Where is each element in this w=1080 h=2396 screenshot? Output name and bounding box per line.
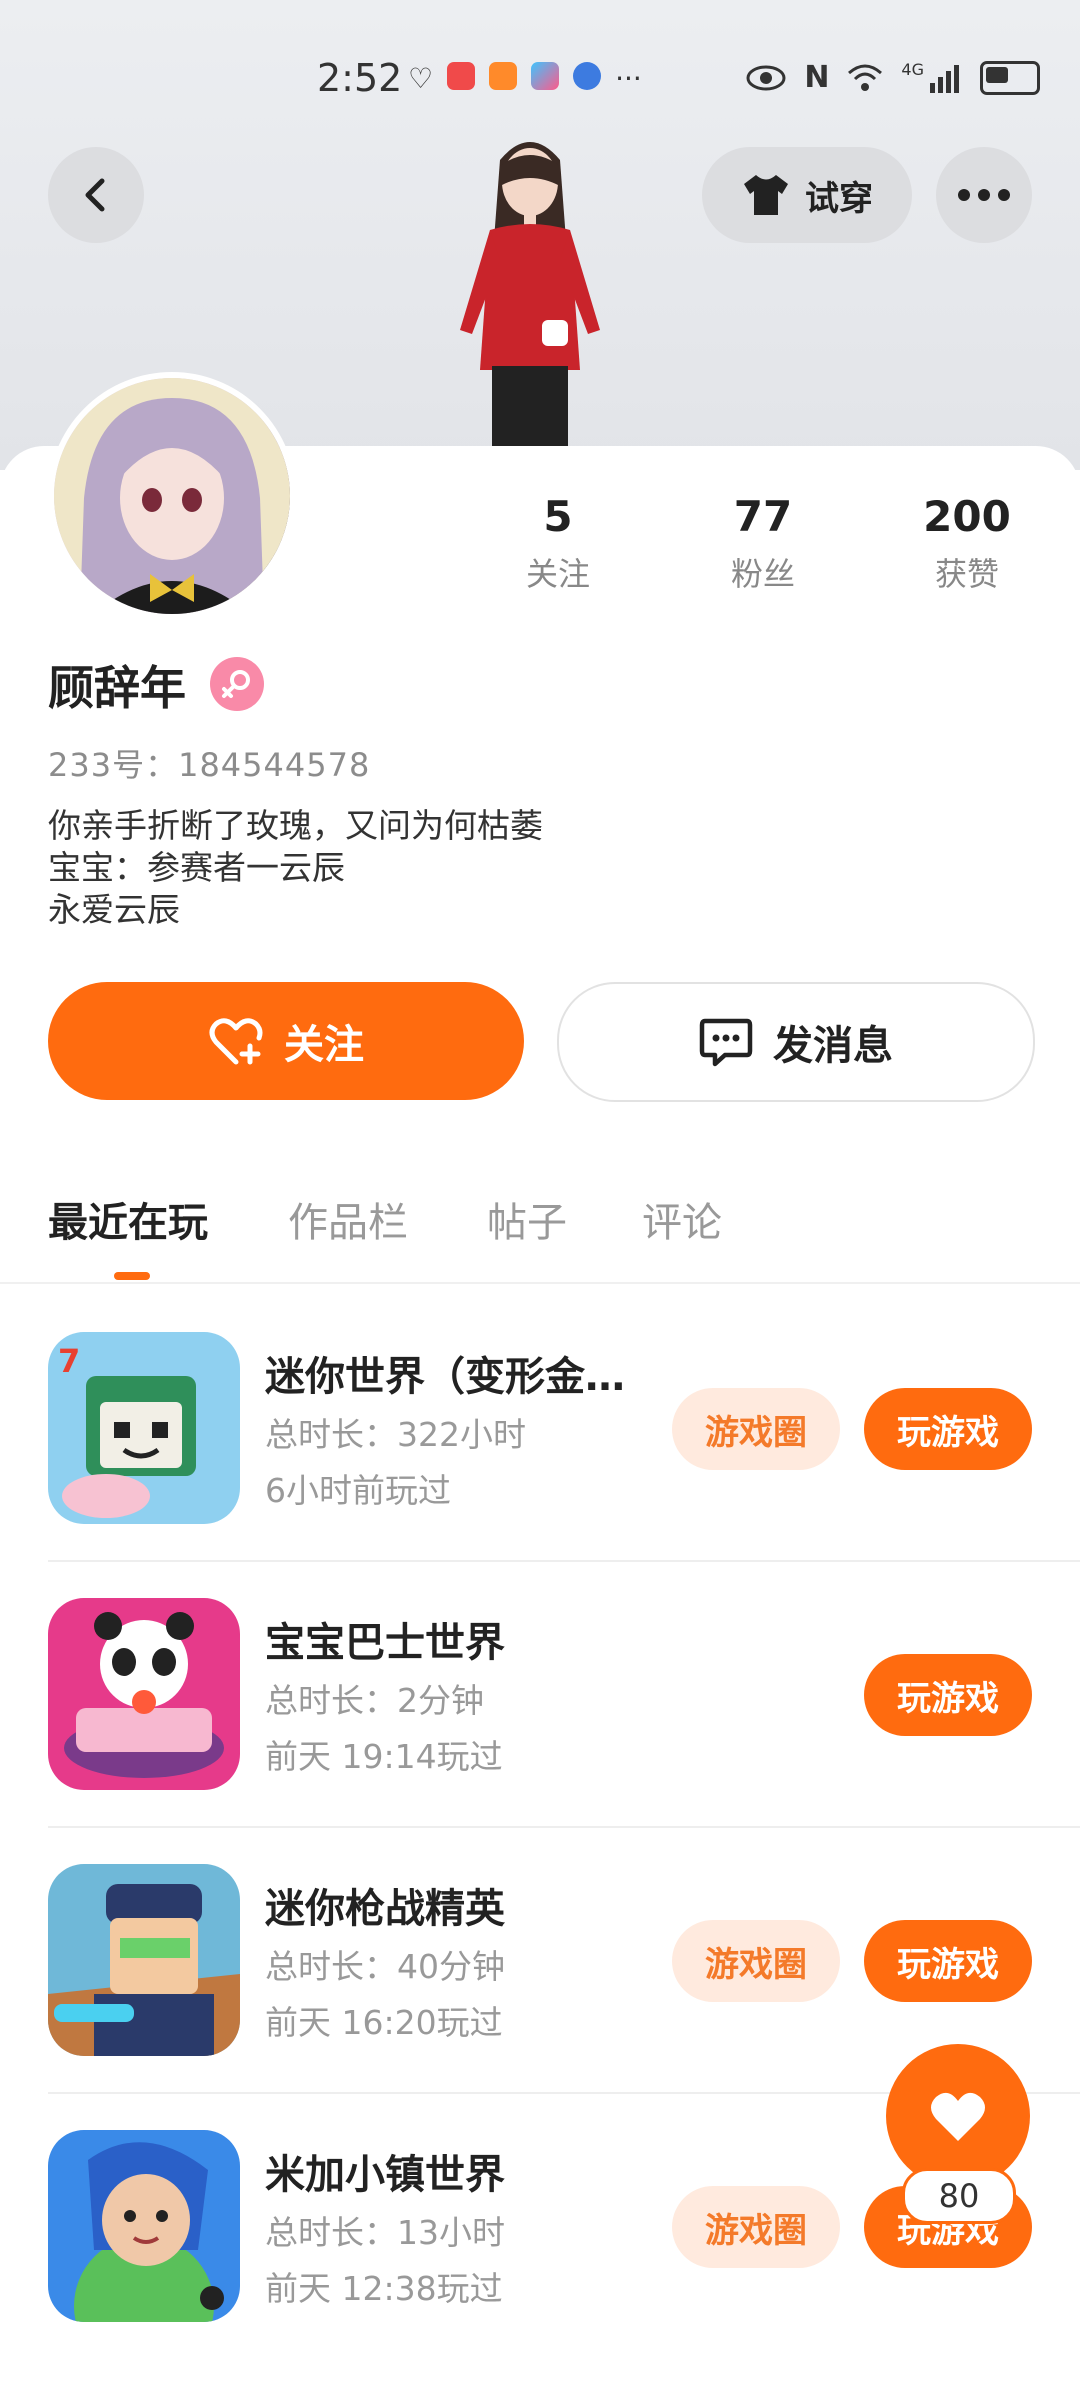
status-bar: 2:52 ♡ ··· N 4G <box>0 52 1080 108</box>
game-last-played: 前天 16:20玩过 <box>265 2003 503 2042</box>
profile-avatar[interactable] <box>48 372 296 620</box>
back-button[interactable] <box>48 147 144 243</box>
game-duration: 总时长：40分钟 <box>265 1947 505 1986</box>
system-indicators: N 4G <box>746 60 1040 95</box>
browser-notification-icon <box>573 62 602 90</box>
like-floating-button[interactable] <box>886 2044 1030 2188</box>
list-item[interactable]: 7 迷你世界（变形金… 总时长：322小时 6小时前玩过 游戏圈 玩游戏 <box>0 1332 1080 1598</box>
app-notification-icon <box>531 62 560 90</box>
profile-tabs: 最近在玩 作品栏 帖子 评论 <box>0 1190 1080 1280</box>
game-icon-mini-world: 7 <box>48 1332 240 1524</box>
try-on-label: 试穿 <box>805 178 873 219</box>
stat-value: 200 <box>923 492 1011 541</box>
tab-posts[interactable]: 帖子 <box>487 1190 567 1248</box>
game-icon-babybus <box>48 1598 240 1790</box>
game-duration: 总时长：2分钟 <box>265 1681 484 1720</box>
battery-icon <box>980 60 1040 95</box>
eye-icon <box>746 65 786 90</box>
game-title: 米加小镇世界 <box>265 2152 505 2198</box>
game-last-played: 前天 19:14玩过 <box>265 1737 503 1776</box>
tshirt-icon <box>744 175 788 215</box>
profile-id: 233号：184544578 <box>48 746 371 784</box>
game-duration: 总时长：13小时 <box>265 2213 505 2252</box>
more-notifications-icon: ··· <box>615 62 642 95</box>
bio-line: 永爱云辰 <box>48 890 180 929</box>
wifi-icon <box>848 64 883 91</box>
follow-button[interactable]: 关注 <box>48 982 524 1100</box>
avatar-image <box>54 378 290 614</box>
tab-comments[interactable]: 评论 <box>642 1190 722 1248</box>
network-type: 4G <box>901 60 924 79</box>
game-last-played: 6小时前玩过 <box>265 1471 451 1510</box>
try-on-button[interactable]: 试穿 <box>702 147 912 243</box>
more-options-button[interactable] <box>936 147 1032 243</box>
game-circle-button[interactable]: 游戏圈 <box>672 1920 840 2002</box>
stat-label: 获赞 <box>934 555 999 593</box>
avatar-3d-figure <box>460 142 600 470</box>
play-game-button[interactable]: 玩游戏 <box>864 1388 1032 1470</box>
shield-icon: ♡ <box>408 62 434 95</box>
stat-followers[interactable]: 77 粉丝 <box>683 492 843 595</box>
play-game-button[interactable]: 玩游戏 <box>864 1920 1032 2002</box>
profile-name: 顾辞年 <box>48 661 186 715</box>
chat-bubble-icon <box>699 1018 753 1067</box>
send-message-button[interactable]: 发消息 <box>557 982 1035 1102</box>
divider <box>48 1826 1080 1828</box>
svg-text:7: 7 <box>58 1342 80 1380</box>
stat-value: 5 <box>543 492 573 541</box>
gender-female-icon <box>210 657 264 711</box>
message-label: 发消息 <box>773 1023 893 1069</box>
profile-bio: 你亲手折断了玫瑰，又问为何枯萎 宝宝：参赛者一云辰 永爱云辰 <box>48 805 543 931</box>
status-time: 2:52 <box>317 56 403 100</box>
bio-line: 你亲手折断了玫瑰，又问为何枯萎 <box>48 806 543 845</box>
game-circle-button[interactable]: 游戏圈 <box>672 2186 840 2268</box>
game-last-played: 前天 12:38玩过 <box>265 2269 503 2308</box>
active-tab-indicator <box>114 1272 150 1280</box>
game-title: 迷你世界（变形金… <box>265 1354 625 1400</box>
stat-label: 粉丝 <box>730 555 795 593</box>
heart-icon <box>931 2092 985 2141</box>
bio-line: 宝宝：参赛者一云辰 <box>48 848 345 887</box>
video-notification-icon <box>489 62 518 90</box>
play-game-button[interactable]: 玩游戏 <box>864 1654 1032 1736</box>
stat-value: 77 <box>733 492 793 541</box>
divider <box>48 1560 1080 1562</box>
notification-icons: ♡ ··· <box>408 62 642 95</box>
heart-plus-icon <box>209 1018 263 1065</box>
follow-label: 关注 <box>284 1022 364 1068</box>
list-item[interactable]: 宝宝巴士世界 总时长：2分钟 前天 19:14玩过 玩游戏 <box>0 1598 1080 1864</box>
game-circle-button[interactable]: 游戏圈 <box>672 1388 840 1470</box>
more-horizontal-icon <box>958 189 1010 201</box>
chevron-left-icon <box>85 178 105 212</box>
tab-recently-played[interactable]: 最近在玩 <box>48 1190 208 1248</box>
like-count-badge: 80 <box>902 2168 1016 2224</box>
game-icon-miga-town <box>48 2130 240 2322</box>
stat-likes[interactable]: 200 获赞 <box>887 492 1047 595</box>
nfc-icon: N <box>804 60 830 95</box>
game-title: 宝宝巴士世界 <box>265 1620 505 1666</box>
signal-icon <box>930 64 959 93</box>
game-duration: 总时长：322小时 <box>265 1415 526 1454</box>
game-title: 迷你枪战精英 <box>265 1886 505 1932</box>
tab-works[interactable]: 作品栏 <box>288 1190 408 1248</box>
stat-label: 关注 <box>525 555 590 593</box>
app-notification-icon <box>447 62 476 90</box>
stat-following[interactable]: 5 关注 <box>478 492 638 595</box>
game-icon-mini-gun-elite <box>48 1864 240 2056</box>
tab-divider <box>0 1282 1080 1284</box>
